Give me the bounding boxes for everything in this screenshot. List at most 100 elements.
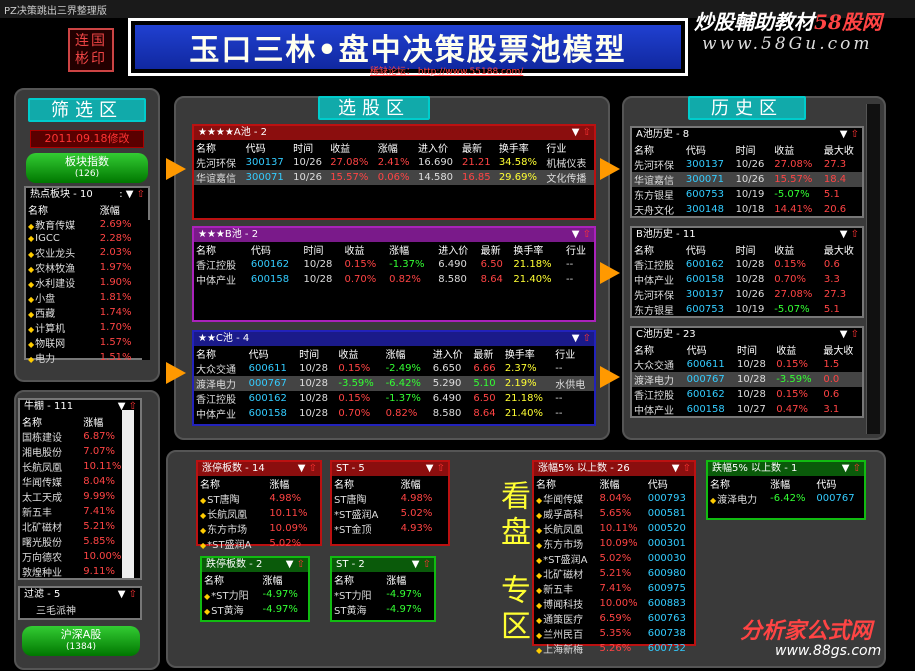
column-header[interactable]: 代码 — [685, 342, 735, 357]
table-row[interactable]: 先河环保 300137 10/26 27.08% 27.3 — [632, 287, 862, 302]
column-header[interactable]: 时间 — [297, 346, 336, 361]
table-row[interactable]: 渡泽电力 000767 10/28 -3.59% -6.42% 5.290 5.10 2.19… — [194, 376, 594, 391]
table-row[interactable]: 东方银星 600753 10/19 -5.07% 5.1 — [632, 187, 862, 202]
column-header[interactable]: 涨幅 — [384, 346, 431, 361]
table-row[interactable]: 中体产业 600158 10/27 0.47% 3.1 — [632, 402, 862, 417]
column-header[interactable]: 名称 — [632, 142, 684, 157]
column-header[interactable]: 进入价 — [436, 242, 478, 257]
column-header[interactable]: 代码 — [646, 476, 694, 491]
table-row[interactable]: *ST盛润A 5.02% — [332, 506, 448, 521]
table-row[interactable]: *ST力阳 -4.97% — [332, 587, 434, 602]
column-header[interactable]: 行业 — [553, 346, 594, 361]
table-row[interactable]: ◆小盘 1.81% — [26, 290, 148, 305]
table-row[interactable]: ◆西藏 1.74% — [26, 305, 148, 320]
panel-controls[interactable]: ▼ ⇧ — [572, 228, 591, 242]
market-a-button[interactable]: 沪深A股 (1384) — [22, 626, 140, 656]
column-header[interactable]: 名称 — [632, 342, 685, 357]
table-row[interactable]: ◆IGCC 2.28% — [26, 232, 148, 245]
column-header[interactable]: 最新 — [479, 242, 512, 257]
table-row[interactable]: ◆水利建设 1.90% — [26, 275, 148, 290]
scrollbar[interactable] — [142, 220, 150, 360]
table-row[interactable]: 中体产业 600158 10/28 0.70% 0.82% 8.580 8.64 21.40%… — [194, 272, 594, 287]
table-row[interactable]: ◆渡泽电力 -6.42% 000767 — [708, 491, 864, 506]
column-header[interactable]: 名称 — [194, 140, 244, 155]
table-row[interactable]: ◆华闻传媒 8.04% 000793 — [534, 491, 694, 506]
panel-controls[interactable]: ▼ ⇧ — [572, 332, 591, 346]
panel-controls[interactable]: ▼ ⇧ — [118, 588, 137, 602]
panel-controls[interactable]: ▼ ⇧ — [840, 128, 859, 142]
column-header[interactable]: 时间 — [302, 242, 343, 257]
column-header[interactable]: 名称 — [632, 242, 684, 257]
column-header[interactable]: 涨幅 — [98, 202, 148, 217]
table-row[interactable]: 东方银星 600753 10/19 -5.07% 5.1 — [632, 302, 862, 317]
column-header[interactable]: 名称 — [26, 202, 98, 217]
panel-controls[interactable]: ▼ ⇧ — [298, 462, 317, 476]
column-header[interactable]: 时间 — [735, 342, 774, 357]
table-row[interactable]: 大众交通 600611 10/28 0.15% 1.5 — [632, 357, 862, 372]
table-row[interactable]: 先河环保 300137 10/26 27.08% 2.41% 16.690 21.21 34.… — [194, 155, 594, 170]
column-header[interactable]: 代码 — [684, 142, 734, 157]
column-header[interactable]: 时间 — [734, 142, 773, 157]
table-row[interactable]: ◆农业龙头 2.03% — [26, 245, 148, 260]
column-header[interactable]: 最大收 — [821, 342, 862, 357]
column-header[interactable]: 涨幅 — [267, 476, 320, 491]
table-row[interactable]: ◆威孚高科 5.65% 000581 — [534, 506, 694, 521]
panel-controls[interactable]: ▼ ⇧ — [842, 462, 861, 476]
table-row[interactable]: 中体产业 600158 10/28 0.70% 0.82% 8.580 8.64 21.40%… — [194, 406, 594, 421]
table-row[interactable]: ◆北矿磁材 5.21% 600980 — [534, 566, 694, 581]
table-row[interactable]: ◆计算机 1.70% — [26, 320, 148, 335]
table-row[interactable]: ◆东方市场 10.09% — [198, 521, 320, 536]
table-row[interactable]: ◆长航凤凰 10.11% — [198, 506, 320, 521]
column-header[interactable]: 名称 — [708, 476, 768, 491]
column-header[interactable]: 收益 — [772, 242, 822, 257]
column-header[interactable]: 时间 — [291, 140, 328, 155]
column-header[interactable]: 涨幅 — [261, 572, 308, 587]
column-header[interactable]: 进入价 — [416, 140, 460, 155]
table-row[interactable]: 天舟文化 300148 10/18 14.41% 20.6 — [632, 202, 862, 217]
panel-controls[interactable]: ▼ ⇧ — [672, 462, 691, 476]
table-row[interactable]: ◆通策医疗 6.59% 600763 — [534, 611, 694, 626]
column-header[interactable]: 换手率 — [497, 140, 545, 155]
column-header[interactable]: 代码 — [244, 140, 292, 155]
panel-controls[interactable]: ▼ ⇧ — [840, 328, 859, 342]
column-header[interactable]: 名称 — [534, 476, 597, 491]
column-header[interactable]: 换手率 — [511, 242, 564, 257]
table-row[interactable]: 香江控股 600162 10/28 0.15% -1.37% 6.490 6.50 21.18… — [194, 391, 594, 406]
table-row[interactable]: ◆教育传媒 2.69% — [26, 217, 148, 232]
column-header[interactable]: 代码 — [247, 346, 297, 361]
table-row[interactable]: ◆农林牧渔 1.97% — [26, 260, 148, 275]
table-row[interactable]: ◆ST唐陶 4.98% — [198, 491, 320, 506]
table-row[interactable]: *ST金顶 4.93% — [332, 521, 448, 536]
column-header[interactable]: 涨幅 — [597, 476, 645, 491]
bull-scrollbar[interactable] — [122, 410, 134, 578]
column-header[interactable]: 涨幅 — [376, 140, 416, 155]
column-header[interactable]: 时间 — [734, 242, 773, 257]
column-header[interactable]: 名称 — [194, 346, 247, 361]
column-header[interactable]: 进入价 — [431, 346, 472, 361]
table-row[interactable]: ◆兰州民百 5.35% 600738 — [534, 626, 694, 641]
table-row[interactable]: 渡泽电力 000767 10/28 -3.59% 0.0 — [632, 372, 862, 387]
panel-controls[interactable]: : ▼ ⇧ — [119, 188, 145, 202]
table-row[interactable]: 华谊嘉信 300071 10/26 15.57% 18.4 — [632, 172, 862, 187]
table-row[interactable]: ◆*ST盛润A 5.02% 000030 — [534, 551, 694, 566]
column-header[interactable]: 代码 — [814, 476, 864, 491]
table-row[interactable]: ◆*ST盛润A 5.02% — [198, 536, 320, 551]
table-row[interactable]: 中体产业 600158 10/28 0.70% 3.3 — [632, 272, 862, 287]
sector-index-button[interactable]: 板块指数 (126) — [26, 153, 148, 183]
column-header[interactable]: 收益 — [772, 142, 822, 157]
table-row[interactable]: 香江控股 600162 10/28 0.15% -1.37% 6.490 6.50 21.18… — [194, 257, 594, 272]
panel-controls[interactable]: ▼ ⇧ — [572, 126, 591, 140]
table-row[interactable]: ◆新五丰 7.41% 600975 — [534, 581, 694, 596]
column-header[interactable]: 名称 — [20, 414, 81, 429]
column-header[interactable]: 涨幅 — [399, 476, 448, 491]
column-header[interactable]: 收益 — [328, 140, 376, 155]
table-row[interactable]: 大众交通 600611 10/28 0.15% -2.49% 6.650 6.66 2.37%… — [194, 361, 594, 376]
column-header[interactable]: 涨幅 — [387, 242, 436, 257]
filter-box-item[interactable]: 三毛派神 — [20, 602, 140, 617]
table-row[interactable]: 先河环保 300137 10/26 27.08% 27.3 — [632, 157, 862, 172]
table-row[interactable]: ST唐陶 4.98% — [332, 491, 448, 506]
table-row[interactable]: 香江控股 600162 10/28 0.15% 0.6 — [632, 387, 862, 402]
table-row[interactable]: ◆物联网 1.57% — [26, 335, 148, 350]
column-header[interactable]: 最大收 — [822, 142, 862, 157]
column-header[interactable]: 收益 — [336, 346, 383, 361]
